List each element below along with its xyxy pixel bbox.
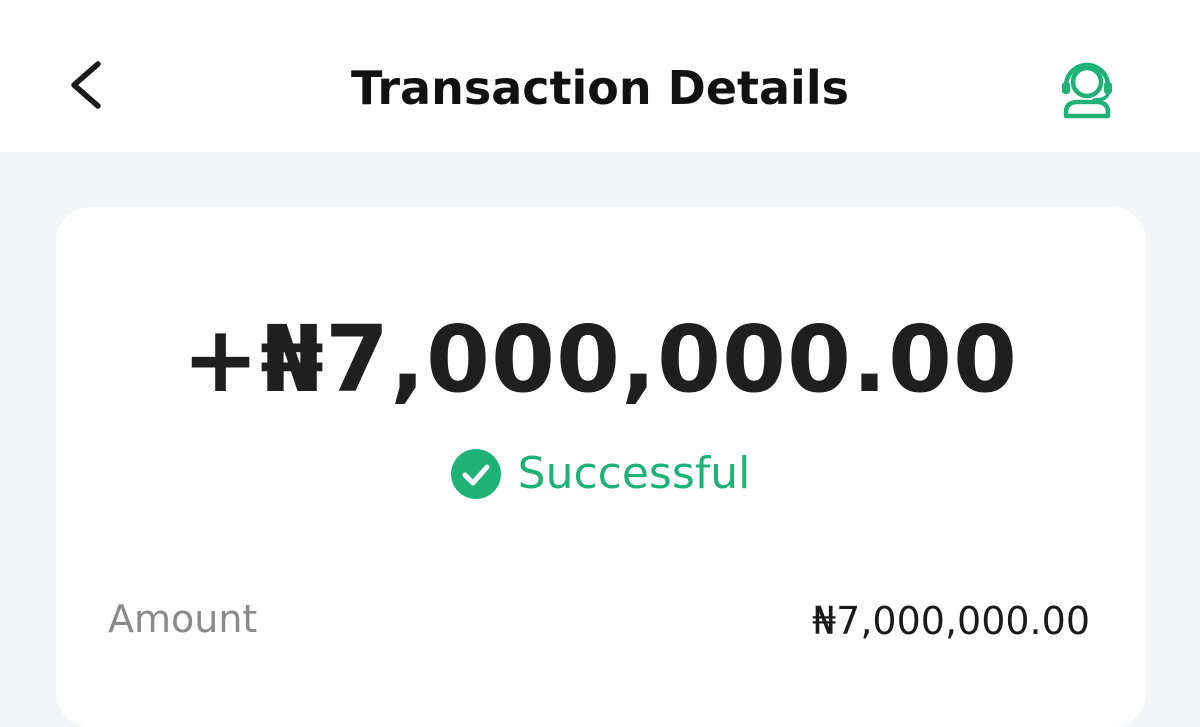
page-title: Transaction Details <box>351 61 849 115</box>
status-label: Successful <box>517 448 751 499</box>
detail-value-amount: ₦7,000,000.00 <box>811 599 1090 643</box>
customer-support-button[interactable] <box>1052 52 1122 122</box>
customer-support-headset-icon <box>1062 62 1112 119</box>
status-badge: Successful <box>0 446 1200 502</box>
check-circle-icon <box>450 449 501 499</box>
header-bar: Transaction Details <box>0 0 1200 152</box>
transaction-amount: +₦7,000,000.00 <box>181 306 1019 413</box>
detail-label-amount: Amount <box>108 597 258 641</box>
